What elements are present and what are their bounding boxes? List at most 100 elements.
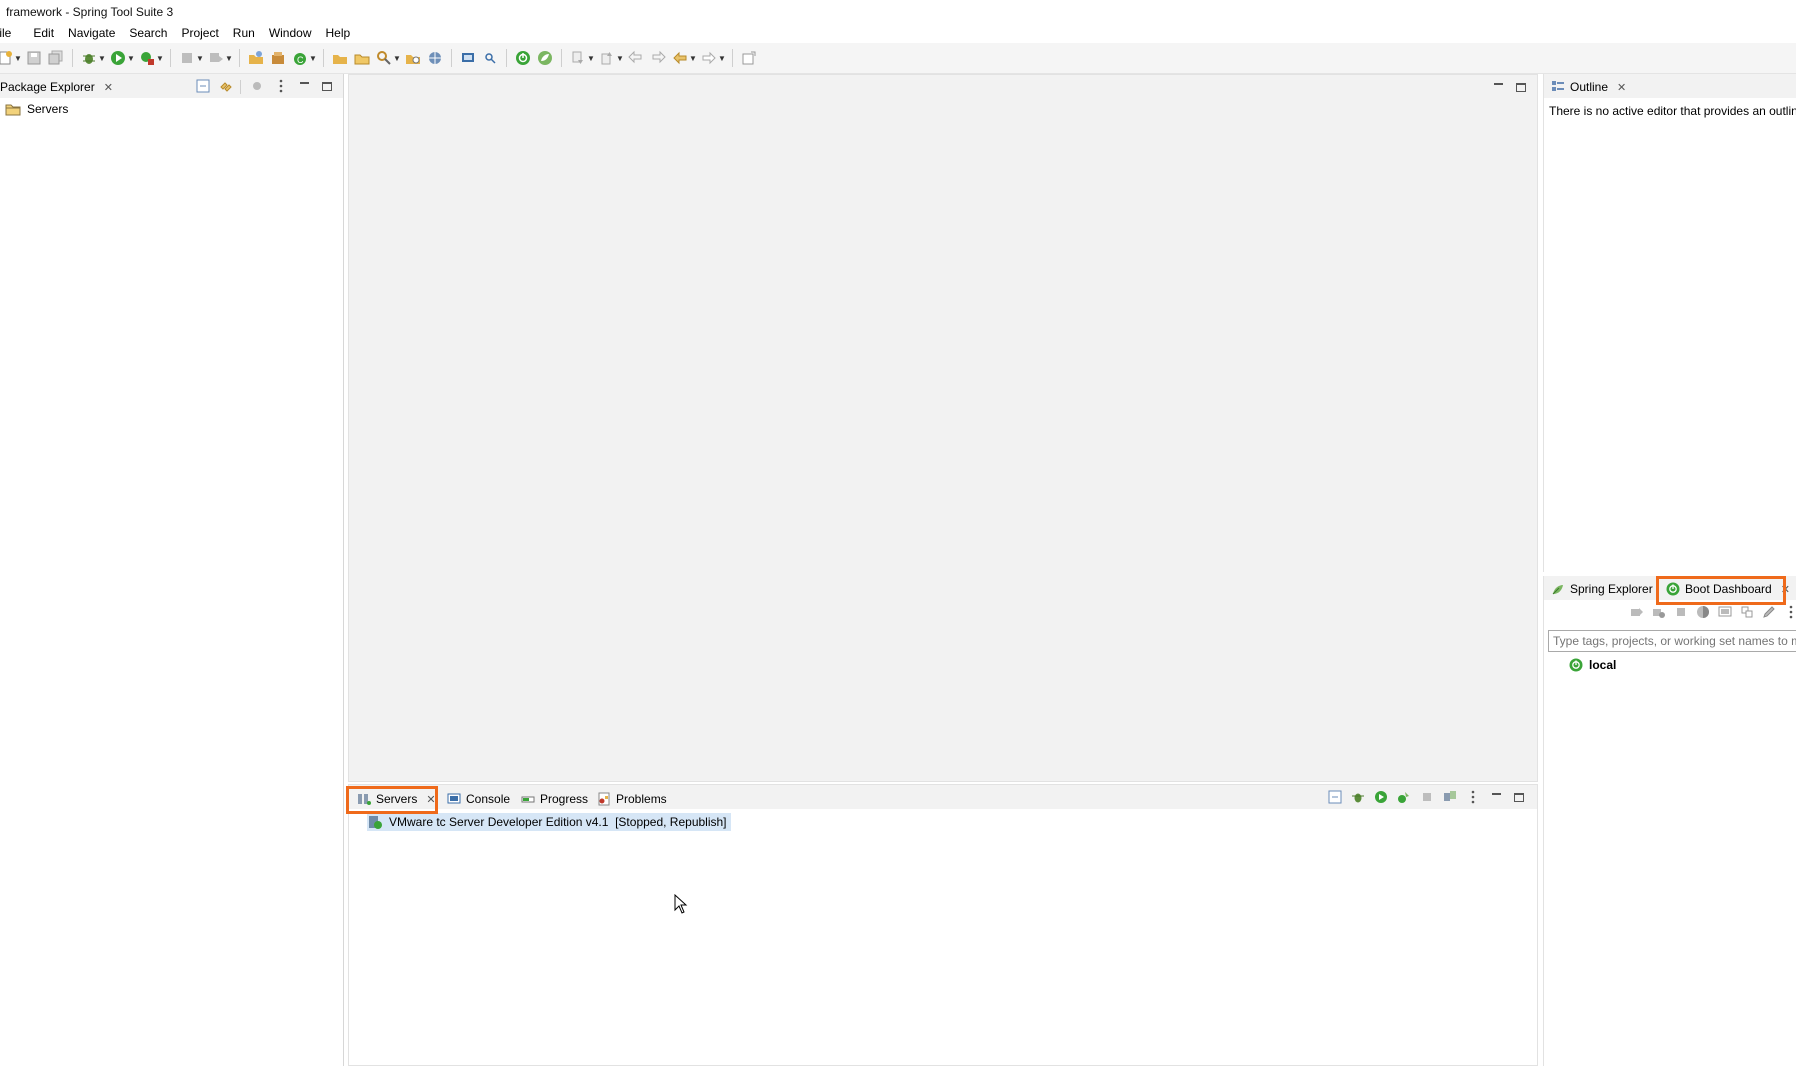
open-type-icon[interactable]: [329, 47, 351, 69]
new-java-project-icon[interactable]: [245, 47, 267, 69]
toolbar-separator: [451, 49, 452, 67]
spring-leaf-icon[interactable]: [534, 47, 556, 69]
show-properties-icon[interactable]: [1738, 604, 1756, 620]
forward-icon[interactable]: [698, 47, 720, 69]
tab-label: Servers: [376, 792, 418, 806]
bottom-panel: Servers ✕ Console Progress Problems VMwa…: [348, 784, 1538, 1066]
external-tools-icon[interactable]: [136, 47, 158, 69]
list-item[interactable]: local: [1569, 656, 1616, 674]
outline-message: There is no active editor that provides …: [1549, 104, 1796, 118]
search-icon[interactable]: [373, 47, 395, 69]
open-console-icon[interactable]: [1716, 604, 1734, 620]
maximize-icon[interactable]: [1512, 79, 1530, 95]
profile-server-icon[interactable]: [1395, 789, 1413, 805]
package-explorer-tab-label: Package Explorer: [0, 80, 95, 94]
run-icon[interactable]: [107, 47, 129, 69]
toolbar-separator: [732, 49, 733, 67]
menu-file[interactable]: File: [0, 23, 18, 43]
stop-server-icon[interactable]: [1418, 789, 1436, 805]
start-icon[interactable]: [1628, 604, 1646, 620]
save-all-icon[interactable]: [45, 47, 67, 69]
view-menu-icon[interactable]: [1782, 604, 1796, 620]
toolbar-separator: [239, 49, 240, 67]
close-icon[interactable]: ✕: [426, 793, 435, 806]
relaunch-icon[interactable]: [205, 47, 227, 69]
package-explorer-panel: Package Explorer ✕ Servers: [0, 74, 343, 1066]
next-annotation-icon[interactable]: [567, 47, 589, 69]
tab-progress[interactable]: Progress: [517, 789, 592, 809]
filter-input[interactable]: [1548, 630, 1796, 652]
toolbar-separator: [561, 49, 562, 67]
globe-icon[interactable]: [424, 47, 446, 69]
minimize-icon[interactable]: [1489, 79, 1507, 95]
tc-server-icon: [369, 816, 382, 829]
edit-tags-icon[interactable]: [1760, 604, 1778, 620]
tab-servers[interactable]: Servers ✕: [353, 789, 440, 809]
menu-project[interactable]: Project: [174, 23, 225, 43]
open-folder-icon[interactable]: [351, 47, 373, 69]
close-icon[interactable]: ✕: [1781, 583, 1790, 596]
window-title-bar: framework - Spring Tool Suite 3: [0, 0, 1796, 23]
stop-icon[interactable]: [176, 47, 198, 69]
new-package-icon[interactable]: [267, 47, 289, 69]
debug-icon[interactable]: [1650, 604, 1668, 620]
minimize-icon[interactable]: [1487, 789, 1505, 805]
pin-editor-icon[interactable]: [738, 47, 760, 69]
boot-power-icon: [1666, 582, 1680, 596]
menu-navigate[interactable]: Navigate: [61, 23, 122, 43]
view-menu-icon[interactable]: [1464, 789, 1482, 805]
debug-icon[interactable]: [78, 47, 100, 69]
view-menu-icon[interactable]: [272, 78, 290, 94]
save-icon[interactable]: [23, 47, 45, 69]
new-icon[interactable]: [0, 47, 16, 69]
tab-package-explorer[interactable]: Package Explorer ✕: [0, 77, 117, 97]
tab-problems[interactable]: Problems: [593, 789, 671, 809]
open-browser-icon[interactable]: [1694, 604, 1712, 620]
toolbar-separator: [240, 80, 241, 94]
toolbar-separator: [170, 49, 171, 67]
menu-window[interactable]: Window: [262, 23, 319, 43]
collapse-all-icon[interactable]: [1326, 789, 1344, 805]
tab-label: Boot Dashboard: [1685, 582, 1772, 596]
spring-leaf-icon: [1552, 585, 1563, 595]
menu-edit[interactable]: Edit: [26, 23, 61, 43]
tab-label: Problems: [616, 792, 667, 806]
start-server-icon[interactable]: [1372, 789, 1390, 805]
close-icon[interactable]: ✕: [1617, 81, 1626, 94]
back-icon[interactable]: [669, 47, 691, 69]
menu-search[interactable]: Search: [122, 23, 174, 43]
redo-edit-icon[interactable]: [647, 47, 669, 69]
progress-icon: [521, 796, 535, 803]
maximize-icon[interactable]: [1510, 789, 1528, 805]
window-title: framework - Spring Tool Suite 3: [6, 5, 174, 19]
terminal-icon[interactable]: [457, 47, 479, 69]
zoom-icon[interactable]: [479, 47, 501, 69]
table-row[interactable]: VMware tc Server Developer Edition v4.1 …: [367, 813, 731, 831]
stop-icon[interactable]: [1672, 604, 1690, 620]
maximize-icon[interactable]: [318, 78, 336, 94]
mouse-cursor-icon: [674, 894, 688, 914]
prev-annotation-icon[interactable]: [596, 47, 618, 69]
publish-server-icon[interactable]: [1441, 789, 1459, 805]
menu-run[interactable]: Run: [226, 23, 262, 43]
menu-help[interactable]: Help: [319, 23, 358, 43]
tab-outline[interactable]: Outline ✕: [1547, 77, 1630, 97]
tree-item-label: Servers: [27, 102, 69, 116]
list-item[interactable]: Servers: [5, 100, 68, 118]
minimize-icon[interactable]: [295, 78, 313, 94]
filter-icon[interactable]: [248, 78, 266, 94]
outline-icon: [1552, 81, 1564, 91]
link-with-editor-icon[interactable]: [217, 78, 235, 94]
debug-server-icon[interactable]: [1349, 789, 1367, 805]
server-label: VMware tc Server Developer Edition v4.1 …: [389, 815, 727, 829]
spring-boot-icon[interactable]: [512, 47, 534, 69]
open-task-icon[interactable]: [402, 47, 424, 69]
close-icon[interactable]: ✕: [104, 81, 113, 94]
new-class-icon[interactable]: C: [289, 47, 311, 69]
tab-boot-dashboard[interactable]: Boot Dashboard ✕: [1662, 579, 1794, 599]
collapse-all-icon[interactable]: [194, 78, 212, 94]
tab-console[interactable]: Console: [443, 789, 514, 809]
toolbar-separator: [506, 49, 507, 67]
last-edit-icon[interactable]: [625, 47, 647, 69]
tab-spring-explorer[interactable]: Spring Explorer: [1547, 579, 1657, 599]
